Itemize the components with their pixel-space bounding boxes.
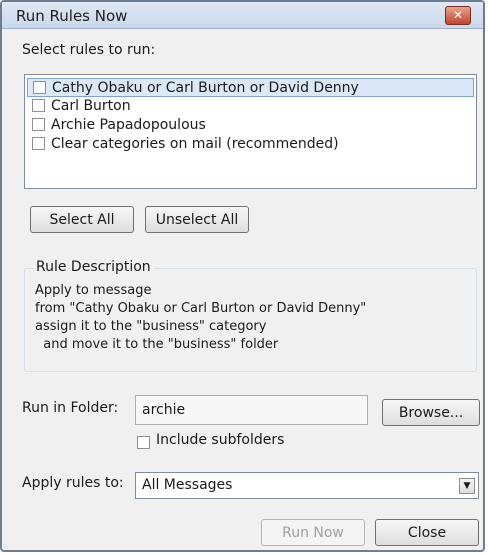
unselect-all-button[interactable]: Unselect All: [145, 206, 249, 233]
browse-button[interactable]: Browse...: [382, 399, 480, 426]
rule-description-line: from "Cathy Obaku or Carl Burton or Davi…: [35, 301, 367, 316]
run-now-button[interactable]: Run Now: [261, 519, 365, 546]
rule-checkbox[interactable]: [32, 99, 45, 112]
apply-rules-to-label: Apply rules to:: [22, 475, 124, 491]
run-in-folder-label: Run in Folder:: [22, 400, 119, 416]
rule-item-clear-categories[interactable]: Clear categories on mail (recommended): [27, 135, 474, 154]
rule-checkbox[interactable]: [32, 118, 45, 131]
rule-label: Archie Papadopoulous: [51, 117, 206, 133]
include-subfolders-label: Include subfolders: [156, 432, 285, 448]
select-rules-label: Select rules to run:: [22, 42, 156, 58]
run-in-folder-field[interactable]: archie: [135, 395, 368, 425]
run-rules-dialog: Run Rules Now ✕ Select rules to run: Cat…: [0, 0, 485, 552]
apply-rules-to-dropdown[interactable]: All Messages ▼: [135, 472, 479, 499]
run-in-folder-value: archie: [142, 402, 186, 418]
close-icon: ✕: [452, 8, 464, 22]
rule-label: Cathy Obaku or Carl Burton or David Denn…: [52, 80, 359, 96]
chevron-down-icon[interactable]: ▼: [459, 478, 475, 494]
title-bar: Run Rules Now ✕: [2, 2, 483, 29]
rule-label: Clear categories on mail (recommended): [51, 136, 339, 152]
select-all-button[interactable]: Select All: [30, 206, 134, 233]
window-title: Run Rules Now: [16, 7, 128, 25]
rule-description-title: Rule Description: [33, 259, 154, 275]
rule-description-line: Apply to message: [35, 283, 152, 298]
rule-item-carl-burton[interactable]: Carl Burton: [27, 97, 474, 116]
rule-description-group: Rule Description Apply to message from "…: [24, 259, 477, 372]
apply-rules-to-value: All Messages: [142, 477, 233, 493]
rules-list[interactable]: Cathy Obaku or Carl Burton or David Denn…: [24, 74, 477, 189]
include-subfolders-checkbox[interactable]: [137, 436, 150, 449]
rule-item-cathy-carl-david[interactable]: Cathy Obaku or Carl Burton or David Denn…: [27, 78, 474, 97]
rule-description-line: and move it to the "business" folder: [35, 337, 279, 352]
rule-description-line: assign it to the "business" category: [35, 319, 267, 334]
rule-checkbox[interactable]: [32, 137, 45, 150]
rule-label: Carl Burton: [51, 98, 131, 114]
close-window-button[interactable]: ✕: [445, 6, 471, 25]
rule-item-archie[interactable]: Archie Papadopoulous: [27, 116, 474, 135]
rule-checkbox[interactable]: [33, 81, 46, 94]
close-button[interactable]: Close: [375, 519, 479, 546]
